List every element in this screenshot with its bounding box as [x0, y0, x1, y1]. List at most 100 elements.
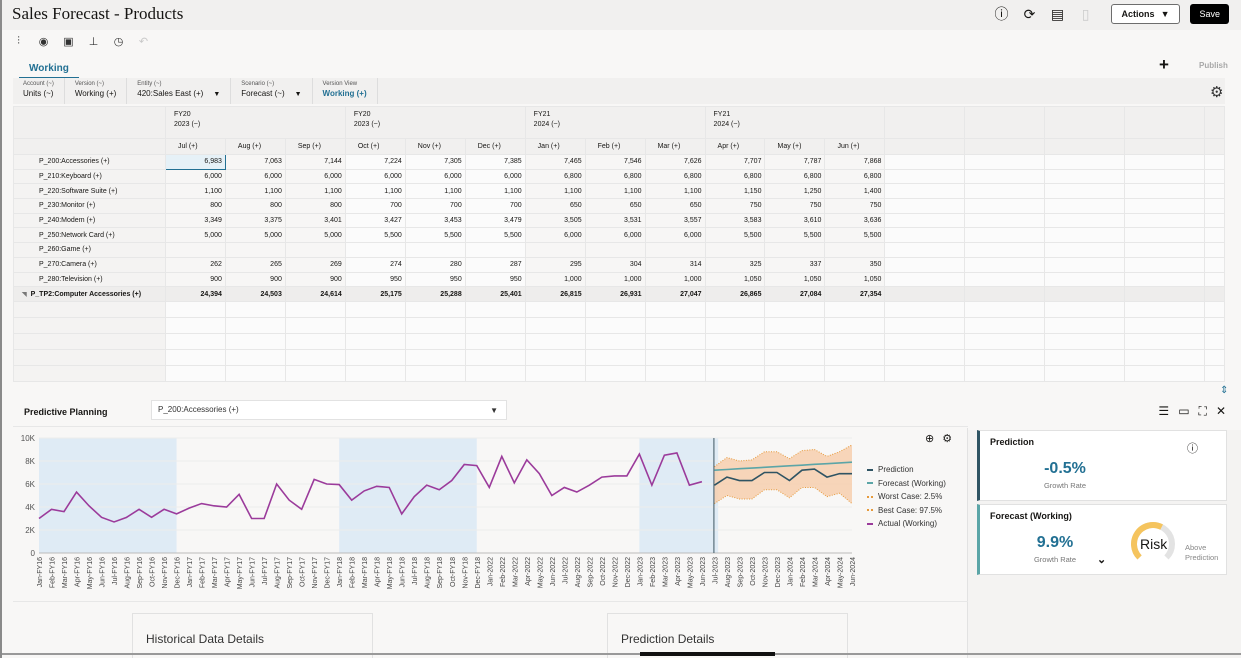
- zoom-in-icon[interactable]: ⊕: [925, 432, 934, 445]
- data-cell[interactable]: [164, 242, 226, 258]
- data-cell[interactable]: 325: [704, 256, 766, 273]
- comment-icon[interactable]: ▣: [62, 35, 75, 48]
- add-icon[interactable]: +: [1159, 55, 1169, 75]
- data-cell[interactable]: 6,800: [644, 168, 706, 185]
- refresh-icon[interactable]: ⟳: [1021, 5, 1039, 23]
- data-cell[interactable]: [404, 242, 466, 258]
- data-cell[interactable]: 6,800: [764, 168, 826, 185]
- row-header[interactable]: P_280:Television (+): [13, 271, 166, 288]
- pov-value[interactable]: 420:Sales East (+) ▼: [137, 89, 220, 98]
- menu-icon[interactable]: ☰: [1158, 404, 1169, 419]
- chevron-down-icon[interactable]: ⌄: [1097, 553, 1106, 566]
- total-cell[interactable]: 25,175: [344, 286, 406, 302]
- month-header[interactable]: Jan (+): [524, 138, 586, 155]
- maximize-icon[interactable]: ⛶: [1199, 404, 1207, 419]
- data-cell[interactable]: 800: [164, 198, 226, 214]
- data-cell[interactable]: 1,000: [644, 271, 706, 288]
- data-cell[interactable]: 3,427: [344, 212, 406, 229]
- data-cell[interactable]: 5,500: [404, 227, 466, 244]
- chart-settings-icon[interactable]: ⚙: [942, 432, 952, 445]
- data-cell[interactable]: 3,479: [464, 212, 526, 229]
- total-cell[interactable]: 26,865: [704, 286, 766, 302]
- data-cell[interactable]: 6,000: [224, 168, 286, 185]
- data-cell[interactable]: 1,100: [224, 183, 286, 200]
- data-cell[interactable]: 5,500: [824, 227, 886, 244]
- row-header[interactable]: P_260:Game (+): [13, 242, 166, 258]
- legend-item[interactable]: Worst Case: 2.5%: [867, 490, 946, 504]
- panel-toggle-icon[interactable]: ▯: [1077, 5, 1095, 23]
- pov-value[interactable]: Units (~): [23, 89, 54, 98]
- row-header[interactable]: P_270:Camera (+): [13, 256, 166, 273]
- data-cell[interactable]: [644, 242, 706, 258]
- data-cell[interactable]: 350: [824, 256, 886, 273]
- data-cell[interactable]: 7,546: [584, 154, 646, 170]
- legend-item[interactable]: Prediction: [867, 463, 946, 477]
- total-cell[interactable]: 25,288: [404, 286, 466, 302]
- total-cell[interactable]: 27,354: [824, 286, 886, 302]
- data-cell[interactable]: 5,500: [764, 227, 826, 244]
- data-cell[interactable]: 750: [764, 198, 826, 214]
- gear-icon[interactable]: ⚙: [1210, 83, 1223, 101]
- data-cell[interactable]: 5,000: [224, 227, 286, 244]
- caret-down-icon[interactable]: ▼: [295, 91, 302, 98]
- data-cell[interactable]: 6,000: [344, 168, 406, 185]
- data-cell[interactable]: [584, 242, 646, 258]
- data-cell[interactable]: 1,100: [464, 183, 526, 200]
- actions-button[interactable]: Actions ▼: [1110, 4, 1181, 24]
- info-icon[interactable]: ⓘ: [993, 5, 1011, 23]
- month-header[interactable]: May (+): [764, 138, 826, 155]
- data-cell[interactable]: 7,465: [524, 154, 586, 170]
- historical-data-details-panel[interactable]: Historical Data Details: [132, 613, 373, 658]
- clipboard-icon[interactable]: ▭: [1178, 404, 1189, 419]
- data-cell[interactable]: 6,800: [824, 168, 886, 185]
- undo-icon[interactable]: ↶: [137, 35, 150, 48]
- pov-value[interactable]: Working (+): [75, 89, 116, 98]
- data-cell[interactable]: 6,000: [644, 227, 706, 244]
- pov-value[interactable]: Working (+): [323, 89, 367, 98]
- data-cell[interactable]: 3,610: [764, 212, 826, 229]
- data-cell[interactable]: 800: [284, 198, 346, 214]
- total-cell[interactable]: 24,503: [224, 286, 286, 302]
- total-cell[interactable]: 27,047: [644, 286, 706, 302]
- data-cell[interactable]: [224, 242, 286, 258]
- info-icon[interactable]: ⓘ: [1187, 440, 1198, 456]
- data-cell[interactable]: 3,349: [164, 212, 226, 229]
- row-header[interactable]: P_220:Software Suite (+): [13, 183, 166, 200]
- data-cell[interactable]: 7,305: [404, 154, 466, 170]
- horizontal-scrollbar[interactable]: [2, 653, 1241, 655]
- data-cell[interactable]: 1,100: [524, 183, 586, 200]
- data-cell[interactable]: [764, 242, 826, 258]
- pov-item[interactable]: Scenario (~) Forecast (~) ▼: [231, 78, 313, 104]
- save-button[interactable]: Save: [1190, 4, 1229, 24]
- data-cell[interactable]: 5,000: [164, 227, 226, 244]
- data-cell[interactable]: 7,868: [824, 154, 886, 170]
- close-icon[interactable]: ✕: [1216, 404, 1226, 419]
- data-cell[interactable]: 650: [584, 198, 646, 214]
- legend-item[interactable]: Best Case: 97.5%: [867, 504, 946, 518]
- data-cell[interactable]: 274: [344, 256, 406, 273]
- data-cell[interactable]: 337: [764, 256, 826, 273]
- data-cell[interactable]: 6,800: [524, 168, 586, 185]
- row-header[interactable]: P_230:Monitor (+): [13, 198, 166, 214]
- data-cell[interactable]: [524, 242, 586, 258]
- row-header[interactable]: P_200:Accessories (+): [13, 154, 166, 170]
- analyze-icon[interactable]: ◉: [37, 35, 50, 48]
- data-cell[interactable]: 900: [224, 271, 286, 288]
- data-cell[interactable]: 265: [224, 256, 286, 273]
- data-cell[interactable]: 5,500: [704, 227, 766, 244]
- data-cell[interactable]: 7,385: [464, 154, 526, 170]
- data-cell[interactable]: 1,050: [704, 271, 766, 288]
- data-cell[interactable]: 1,000: [584, 271, 646, 288]
- data-cell[interactable]: 5,500: [464, 227, 526, 244]
- data-cell[interactable]: 1,100: [164, 183, 226, 200]
- history-icon[interactable]: ◷: [112, 35, 125, 48]
- member-select[interactable]: P_200:Accessories (+) ▼: [151, 400, 507, 420]
- data-cell[interactable]: [464, 242, 526, 258]
- data-cell[interactable]: [824, 242, 886, 258]
- data-cell[interactable]: 950: [404, 271, 466, 288]
- total-cell[interactable]: 26,931: [584, 286, 646, 302]
- data-cell[interactable]: 7,626: [644, 154, 706, 170]
- data-cell[interactable]: 1,000: [524, 271, 586, 288]
- data-cell[interactable]: 1,100: [284, 183, 346, 200]
- pov-item[interactable]: Account (~) Units (~): [13, 78, 65, 104]
